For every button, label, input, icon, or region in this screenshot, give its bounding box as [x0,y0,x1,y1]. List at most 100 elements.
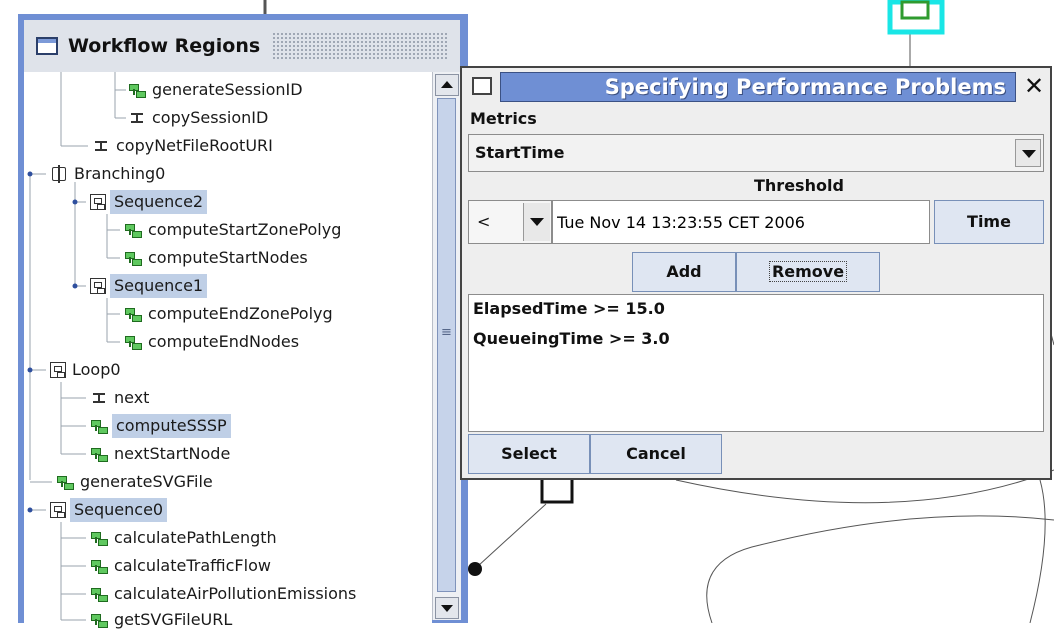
dialog-title: Specifying Performance Problems [604,75,1006,99]
task-icon [124,221,142,239]
tree-node-calculate-path-length[interactable]: calculatePathLength [90,526,277,550]
tree-node-get-svg-file-url[interactable]: getSVGFileURL [90,608,232,632]
tree-node-next-start-node[interactable]: nextStartNode [90,442,230,466]
window-icon [36,37,58,55]
tree-node-label: Sequence2 [110,190,208,214]
list-item[interactable]: ElapsedTime >= 15.0 [473,299,665,318]
activity-icon [90,389,108,407]
task-icon [90,445,108,463]
tree-node-branching0[interactable]: Branching0 [50,162,165,186]
tree-node-label: copySessionID [152,108,269,127]
graph-node[interactable] [540,476,574,504]
list-item[interactable]: QueueingTime >= 3.0 [473,329,670,348]
tree-scrollbar[interactable] [432,72,461,620]
task-icon [124,305,142,323]
task-icon [90,417,108,435]
tree-node-sequence1[interactable]: Sequence1 [90,274,208,298]
add-button[interactable]: Add [632,252,736,292]
task-icon [128,81,146,99]
scroll-down-button[interactable] [435,597,459,619]
tree-node-label: computeStartZonePolyg [148,220,342,239]
activity-icon [128,109,146,127]
cancel-button[interactable]: Cancel [590,434,722,474]
graph-edge [477,503,547,567]
tree-node-label: generateSessionID [152,80,303,99]
tree-node-generate-svg-file[interactable]: generateSVGFile [56,470,213,494]
metric-dropdown[interactable]: StartTime [468,134,1044,172]
sequence-icon [90,278,106,294]
threshold-label: Threshold [754,176,844,195]
tree-node-next[interactable]: next [90,386,149,410]
tree-node-compute-start-zone-polyg[interactable]: computeStartZonePolyg [124,218,341,242]
tree-node-compute-end-nodes[interactable]: computeEndNodes [124,330,299,354]
task-icon [56,473,74,491]
scrollbar-thumb[interactable] [437,98,456,592]
tree-node-label: computeEndZonePolyg [148,304,333,323]
task-icon [124,249,142,267]
performance-problems-dialog: Specifying Performance Problems ✕ Metric… [460,66,1052,480]
tree-node-label: calculatePathLength [114,528,277,547]
graph-edge [1029,479,1046,623]
workflow-tree: generateSessionID copySessionID copyNetF… [24,72,432,632]
scroll-up-button[interactable] [435,74,459,96]
tree-node-label: generateSVGFile [80,472,213,491]
tree-node-label: calculateTrafficFlow [114,556,271,575]
workflow-regions-title: Workflow Regions [68,35,261,57]
task-icon [90,611,108,629]
tree-node-calculate-traffic-flow[interactable]: calculateTrafficFlow [90,554,271,578]
window-icon [472,77,492,95]
tree-node-label: calculateAirPollutionEmissions [114,584,357,603]
tree-node-label: computeEndNodes [148,332,300,351]
task-icon [90,529,108,547]
metric-dropdown-button[interactable] [1015,139,1041,167]
arrow-up-icon [441,81,453,88]
sequence-icon [90,194,106,210]
operator-selected-value: < [477,212,491,231]
graph-node[interactable] [900,0,930,20]
tree-node-label: computeStartNodes [148,248,308,267]
tree-node-label: Loop0 [72,360,121,379]
time-button[interactable]: Time [934,200,1044,244]
metric-selected-value: StartTime [475,143,565,162]
tree-node-sequence2[interactable]: Sequence2 [90,190,208,214]
tree-node-generate-session-id[interactable]: generateSessionID [128,78,303,102]
tree-node-label: next [114,388,150,407]
arrow-down-icon [441,605,453,612]
task-icon [124,333,142,351]
tree-node-compute-sssp[interactable]: computeSSSP [90,414,231,438]
tree-node-label: Branching0 [74,164,166,183]
operator-dropdown-button[interactable] [523,203,550,241]
branching-icon [50,165,68,183]
tree-node-label: Sequence0 [70,498,168,522]
graph-edge [706,515,1054,623]
graph-endpoint[interactable] [468,562,482,576]
operator-dropdown[interactable]: < [468,200,552,244]
dialog-titlebar[interactable]: Specifying Performance Problems ✕ [462,68,1050,106]
tree-node-label: getSVGFileURL [114,610,233,629]
workflow-regions-titlebar[interactable]: Workflow Regions [24,20,460,72]
metrics-label: Metrics [470,109,537,128]
activity-icon [92,137,110,155]
workflow-regions-panel: Workflow Regions generateSessionID copyS… [18,14,468,632]
sequence-icon [50,502,66,518]
tree-node-sequence0[interactable]: Sequence0 [50,498,168,522]
select-button[interactable]: Select [468,434,590,474]
tree-node-compute-start-nodes[interactable]: computeStartNodes [124,246,308,270]
loop-icon [50,362,66,378]
remove-button[interactable]: Remove [736,252,880,292]
close-icon[interactable]: ✕ [1020,70,1048,102]
chevron-down-icon [1022,150,1036,158]
tree-node-copy-net-file-root-uri[interactable]: copyNetFileRootURI [92,134,273,158]
titlebar-grip[interactable] [272,32,448,60]
tree-node-calculate-air-pollution-emissions[interactable]: calculateAirPollutionEmissions [90,582,356,606]
performance-problems-list[interactable]: ElapsedTime >= 15.0 QueueingTime >= 3.0 [468,294,1044,432]
tree-node-loop0[interactable]: Loop0 [50,358,121,382]
chevron-down-icon [530,218,544,226]
tree-node-copy-session-id[interactable]: copySessionID [128,106,268,130]
tree-node-compute-end-zone-polyg[interactable]: computeEndZonePolyg [124,302,333,326]
tree-node-label: Sequence1 [110,274,208,298]
threshold-time-input[interactable] [552,200,930,244]
task-icon [90,557,108,575]
tree-node-label: copyNetFileRootURI [116,136,273,155]
task-icon [90,585,108,603]
